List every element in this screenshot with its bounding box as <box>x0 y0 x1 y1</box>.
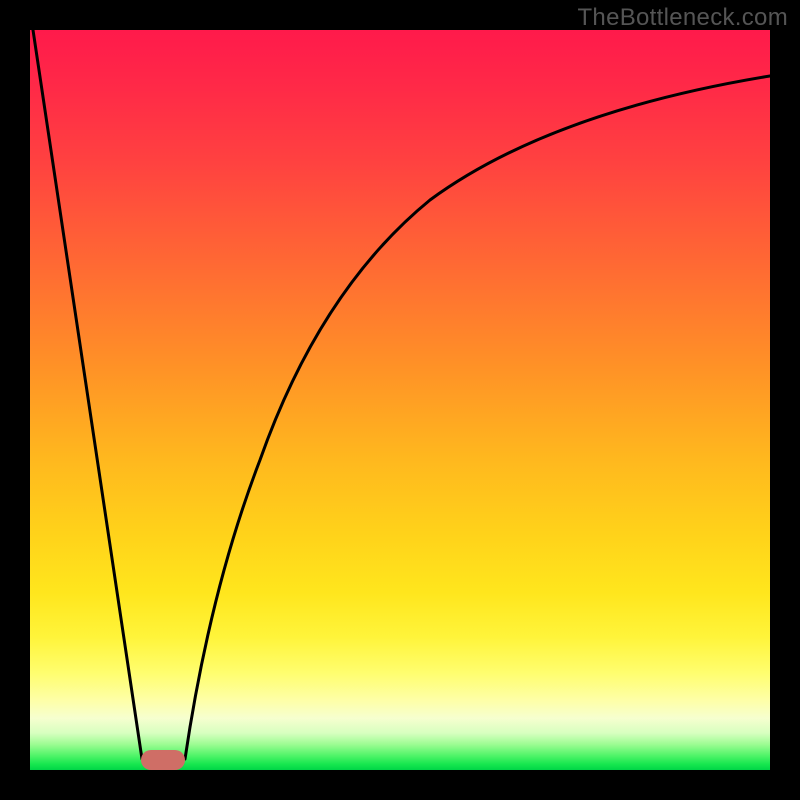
chart-frame: TheBottleneck.com <box>0 0 800 800</box>
curve-left-leg <box>33 30 142 759</box>
optimal-point-marker <box>141 750 185 770</box>
curve-right-leg <box>185 76 770 759</box>
bottleneck-curve <box>30 30 770 770</box>
plot-area <box>30 30 770 770</box>
watermark-text: TheBottleneck.com <box>577 4 788 32</box>
